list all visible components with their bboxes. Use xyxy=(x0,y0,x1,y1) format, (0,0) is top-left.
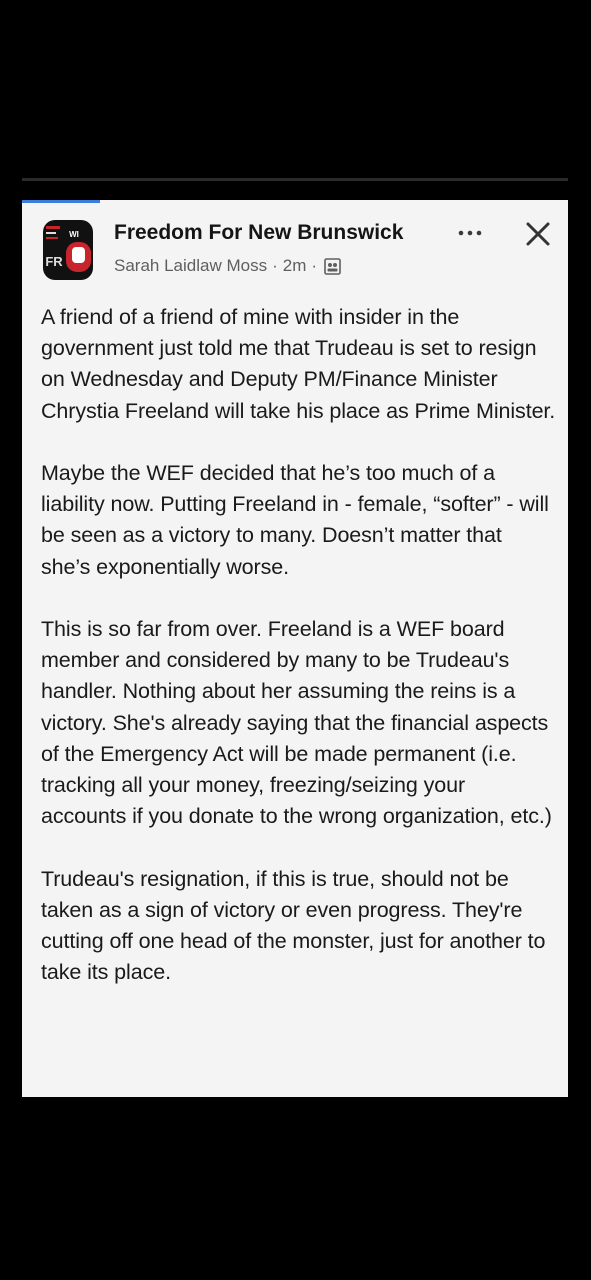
post-time[interactable]: 2m xyxy=(283,256,307,276)
group-avatar[interactable]: WI FR xyxy=(43,220,93,280)
avatar-text: FR xyxy=(45,254,63,269)
close-icon xyxy=(526,222,550,246)
top-divider xyxy=(22,178,568,181)
post-body: A friend of a friend of mine with inside… xyxy=(41,302,556,988)
post-paragraph: Trudeau's resignation, if this is true, … xyxy=(41,866,546,985)
post-paragraph: Maybe the WEF decided that he’s too much… xyxy=(41,461,549,579)
group-avatar-logo: WI FR xyxy=(43,220,93,280)
group-name[interactable]: Freedom For New Brunswick xyxy=(114,221,403,245)
post-meta: Sarah Laidlaw Moss · 2m · xyxy=(114,256,341,276)
meta-separator: · xyxy=(272,256,278,275)
meta-separator: · xyxy=(311,256,318,275)
avatar-badge-text: WI xyxy=(69,230,79,239)
loading-progress-strip xyxy=(22,200,100,203)
post-paragraph: A friend of a friend of mine with inside… xyxy=(41,305,556,423)
more-horizontal-icon xyxy=(458,230,482,236)
author-name[interactable]: Sarah Laidlaw Moss xyxy=(114,256,267,276)
group-privacy-icon xyxy=(324,257,341,275)
post-card: WI FR Freedom For New Brunswick Sarah La… xyxy=(22,200,568,1097)
more-options-button[interactable] xyxy=(452,220,488,246)
post-paragraph: This is so far from over. Freeland is a … xyxy=(41,617,552,829)
close-button[interactable] xyxy=(522,218,554,250)
